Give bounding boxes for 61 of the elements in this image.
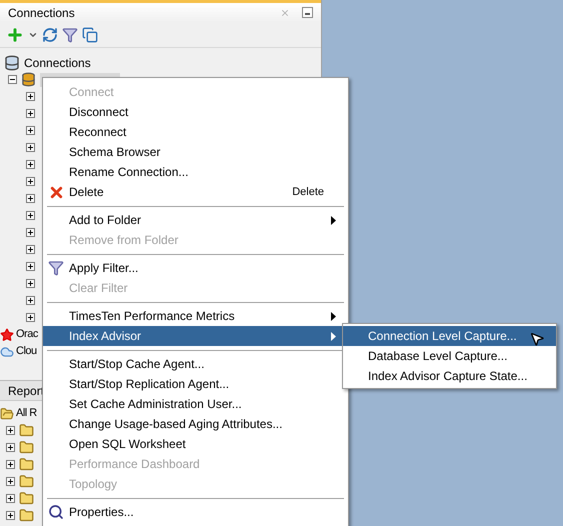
- expand-icon[interactable]: [6, 477, 15, 486]
- filter-icon[interactable]: [62, 26, 78, 42]
- collapse-icon[interactable]: [8, 75, 17, 84]
- menu-item[interactable]: Apply Filter...: [43, 258, 348, 278]
- menu-item[interactable]: Delete Delete: [43, 182, 348, 202]
- filter-icon: [48, 260, 64, 276]
- expand-icon[interactable]: [26, 126, 35, 135]
- minimize-icon[interactable]: [302, 7, 313, 18]
- expand-icon[interactable]: [26, 92, 35, 101]
- menu-item[interactable]: Add to Folder: [43, 210, 348, 230]
- expand-icon[interactable]: [26, 143, 35, 152]
- folder-icon: [19, 474, 34, 489]
- folder-icon: [19, 423, 34, 438]
- expand-icon[interactable]: [26, 313, 35, 322]
- delete-icon: [48, 184, 64, 200]
- menu-item[interactable]: Connection Level Capture...: [343, 326, 556, 346]
- expand-icon[interactable]: [26, 160, 35, 169]
- menu-item[interactable]: Disconnect: [43, 102, 348, 122]
- star-icon: [0, 328, 14, 342]
- folder-icon: [19, 491, 34, 506]
- refresh-icon[interactable]: [42, 26, 58, 42]
- expand-icon[interactable]: [26, 109, 35, 118]
- panel-title: Connections: [8, 4, 75, 22]
- expand-icon[interactable]: [6, 443, 15, 452]
- menu-item[interactable]: Schema Browser: [43, 142, 348, 162]
- expand-icon[interactable]: [26, 194, 35, 203]
- tree-root-label: All R: [16, 406, 37, 422]
- folder-icon: [19, 508, 34, 523]
- expand-icon[interactable]: [6, 511, 15, 520]
- folder-icon: [19, 457, 34, 472]
- expand-icon[interactable]: [6, 494, 15, 503]
- folder-icon: [19, 440, 34, 455]
- reports-icon: [0, 406, 14, 420]
- tree-item[interactable]: Clou: [16, 343, 37, 360]
- expand-icon[interactable]: [6, 426, 15, 435]
- menu-item[interactable]: Rename Connection...: [43, 162, 348, 182]
- shortcut-label: Delete: [292, 184, 324, 200]
- connections-icon: [4, 54, 20, 70]
- menu-item[interactable]: Database Level Capture...: [343, 346, 556, 366]
- menu-item[interactable]: Change Usage-based Aging Attributes...: [43, 414, 348, 434]
- expand-icon[interactable]: [26, 296, 35, 305]
- collapse-all-icon[interactable]: [82, 26, 98, 42]
- cloud-icon: [0, 344, 14, 358]
- expand-icon[interactable]: [26, 245, 35, 254]
- expand-icon[interactable]: [26, 177, 35, 186]
- tree-root-label: Connections: [24, 54, 91, 72]
- menu-item[interactable]: Reconnect: [43, 122, 348, 142]
- menu-item[interactable]: Open SQL Worksheet: [43, 434, 348, 454]
- expand-icon[interactable]: [26, 211, 35, 220]
- mouse-cursor-icon: [529, 331, 545, 347]
- menu-item[interactable]: Set Cache Administration User...: [43, 394, 348, 414]
- properties-icon: [48, 504, 64, 520]
- database-icon: [21, 72, 36, 87]
- expand-icon[interactable]: [26, 228, 35, 237]
- menu-item[interactable]: Properties...: [43, 502, 348, 522]
- menu-item[interactable]: TimesTen Performance Metrics: [43, 306, 348, 326]
- expand-icon[interactable]: [26, 262, 35, 271]
- menu-item[interactable]: Index Advisor Capture State...: [343, 366, 556, 386]
- tree-item[interactable]: Orac: [16, 326, 38, 343]
- expand-icon[interactable]: [26, 279, 35, 288]
- expand-icon[interactable]: [6, 460, 15, 469]
